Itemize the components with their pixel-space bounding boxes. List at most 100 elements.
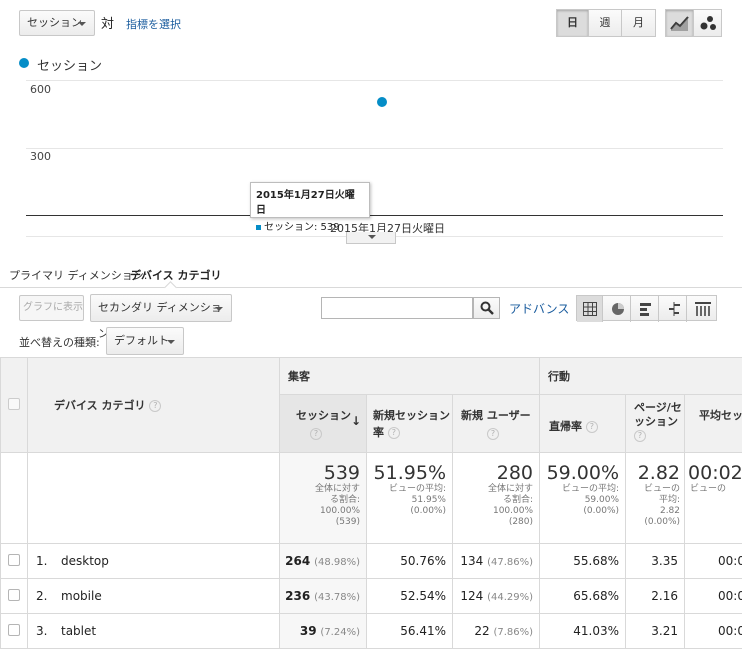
secondary-dimension-select[interactable]: セカンダリ ディメンション: [90, 294, 232, 322]
percentage-view-button[interactable]: [605, 296, 631, 322]
chevron-down-icon: [368, 235, 376, 239]
pages-per-session-header[interactable]: ページ/セッション ?: [626, 395, 685, 453]
dimension-header[interactable]: デバイス カテゴリ ?: [28, 358, 280, 453]
x-axis-line: [26, 215, 723, 216]
row-index: 1.: [36, 554, 61, 568]
table-row: 2.mobile 236 (43.78%) 52.54% 124 (44.29%…: [1, 579, 742, 614]
legend-label: セッション: [37, 55, 102, 74]
table-view-switcher: [576, 295, 717, 321]
totals-new-users-cell: 280 全体に対する割合: 100.00% (280): [453, 453, 540, 544]
performance-view-button[interactable]: [633, 296, 659, 322]
row-checkbox[interactable]: [8, 624, 20, 636]
select-all-checkbox[interactable]: [8, 398, 20, 410]
chart-tooltip: 2015年1月27日火曜日 セッション: 539: [250, 182, 370, 218]
grid-icon: [583, 302, 597, 316]
help-icon[interactable]: ?: [487, 428, 499, 440]
totals-duration: 00:02: [685, 462, 742, 484]
row-sessions: 236: [285, 589, 310, 603]
pivot-icon: [695, 302, 711, 316]
new-session-rate-header-label: 新規セッション率: [373, 409, 450, 439]
row-bounce: 65.68%: [540, 579, 626, 614]
search-button[interactable]: [473, 297, 500, 319]
row-dimension-link[interactable]: mobile: [61, 589, 102, 603]
totals-pages-cell: 2.82 ビューの平均: 2.82 (0.00%): [626, 453, 685, 544]
sort-type-label: 並べ替えの種類:: [19, 334, 100, 350]
select-metric-link[interactable]: 指標を選択: [126, 16, 181, 32]
plot-rows-button[interactable]: グラフに表示: [19, 295, 84, 321]
sessions-header[interactable]: セッション ? ↓: [280, 395, 367, 453]
line-chart-icon: [670, 15, 690, 31]
search-icon: [480, 301, 494, 315]
totals-duration-cell: 00:02 ビューの: [685, 453, 742, 544]
row-pages: 3.21: [626, 614, 685, 649]
bubble-chart-icon: [699, 15, 717, 31]
row-dimension-link[interactable]: tablet: [61, 624, 96, 638]
y-tick-600: 600: [30, 83, 51, 96]
row-nsr: 56.41%: [367, 614, 453, 649]
dimension-header-label: デバイス カテゴリ: [54, 399, 146, 412]
bounce-rate-header-label: 直帰率: [549, 420, 582, 433]
pointer-notch: [164, 281, 177, 294]
avg-session-duration-header-label: 平均セッション時間: [699, 409, 742, 422]
row-sessions: 264: [285, 554, 310, 568]
y-tick-300: 300: [30, 150, 51, 163]
row-checkbox[interactable]: [8, 554, 20, 566]
new-users-header[interactable]: 新規 ユーザー ?: [453, 395, 540, 453]
primary-dimension-label: プライマリ ディメンション:: [9, 267, 147, 283]
granularity-week-button[interactable]: 週: [588, 9, 622, 37]
row-new-users-pct: (44.29%): [487, 592, 533, 603]
bounce-rate-header[interactable]: 直帰率 ?: [540, 395, 626, 453]
help-icon[interactable]: ?: [310, 428, 322, 440]
pages-per-session-header-label: ページ/セッション: [634, 401, 682, 428]
totals-duration-sub: ビューの: [685, 484, 742, 495]
metric-select[interactable]: セッション: [19, 10, 95, 36]
row-new-users: 22: [474, 624, 489, 638]
gridline: [26, 148, 723, 149]
granularity-month-button[interactable]: 月: [621, 9, 656, 37]
row-checkbox[interactable]: [8, 589, 20, 601]
help-icon[interactable]: ?: [388, 427, 400, 439]
tooltip-value: セッション: 539: [264, 222, 340, 233]
help-icon[interactable]: ?: [149, 400, 161, 412]
sort-type-select[interactable]: デフォルト: [106, 327, 184, 355]
data-point[interactable]: [376, 96, 388, 108]
chevron-down-icon: [167, 340, 175, 344]
row-index: 2.: [36, 589, 61, 603]
new-users-header-label: 新規 ユーザー: [461, 407, 539, 423]
totals-bounce: 59.00%: [540, 462, 619, 484]
row-sessions-pct: (43.78%): [314, 592, 360, 603]
select-all-cell: [1, 358, 28, 453]
granularity-day-button[interactable]: 日: [556, 9, 589, 37]
chevron-down-icon: [215, 307, 223, 311]
chart-collapse-toggle[interactable]: [346, 232, 396, 244]
bar-chart-icon: [639, 302, 653, 316]
metric-select-label: セッション: [27, 16, 82, 29]
totals-nsr-cell: 51.95% ビューの平均: 51.95% (0.00%): [367, 453, 453, 544]
acquisition-group-header: 集客: [280, 358, 540, 395]
sort-desc-arrow-icon: ↓: [351, 414, 361, 428]
line-chart-button[interactable]: [665, 9, 694, 37]
legend-dot: [19, 58, 29, 68]
comparison-view-button[interactable]: [661, 296, 687, 322]
help-icon[interactable]: ?: [586, 421, 598, 433]
avg-session-duration-header[interactable]: 平均セッション時間: [685, 395, 742, 453]
help-icon[interactable]: ?: [634, 430, 646, 442]
sort-type-value: デフォルト: [114, 334, 169, 347]
pivot-view-button[interactable]: [689, 296, 715, 322]
row-new-users: 134: [460, 554, 483, 568]
chevron-down-icon: [78, 22, 86, 26]
advanced-filter-link[interactable]: アドバンス: [509, 300, 569, 317]
totals-new-users: 280: [453, 462, 533, 484]
row-sessions-pct: (48.98%): [314, 557, 360, 568]
row-bounce: 41.03%: [540, 614, 626, 649]
primary-dimension-value[interactable]: デバイス カテゴリ: [130, 267, 222, 283]
row-dimension-link[interactable]: desktop: [61, 554, 109, 568]
data-view-button[interactable]: [577, 296, 603, 322]
table-search-input[interactable]: [321, 297, 473, 319]
gridline: [26, 80, 723, 81]
new-session-rate-header[interactable]: 新規セッション率 ?: [367, 395, 453, 453]
row-new-users: 124: [460, 589, 483, 603]
row-new-users-pct: (47.86%): [487, 557, 533, 568]
motion-chart-button[interactable]: [693, 9, 722, 37]
row-pages: 3.35: [626, 544, 685, 579]
